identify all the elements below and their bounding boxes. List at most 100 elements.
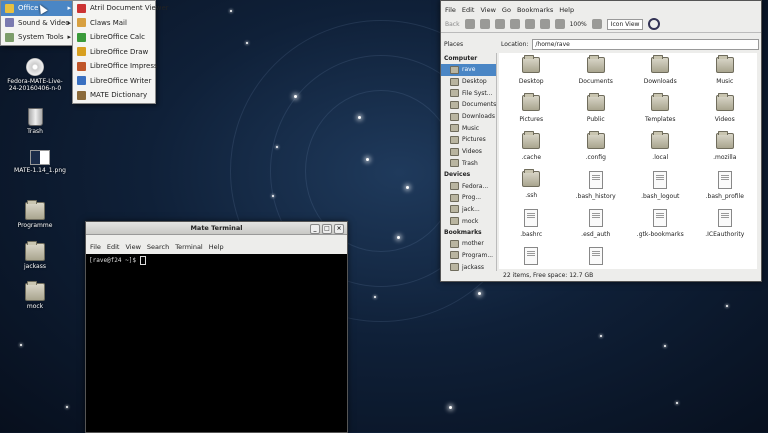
file-item[interactable]: .config bbox=[564, 131, 629, 171]
close-button[interactable]: × bbox=[334, 224, 344, 234]
reload-icon[interactable] bbox=[509, 19, 520, 29]
forward-icon[interactable] bbox=[464, 19, 475, 29]
sidebar-item-device[interactable]: Prog... bbox=[441, 192, 496, 204]
minimize-button[interactable]: _ bbox=[310, 224, 320, 234]
menu-item-dictionary[interactable]: MATE Dictionary bbox=[73, 88, 155, 103]
file-item[interactable]: .bash_profile bbox=[693, 171, 758, 209]
menu-item-impress[interactable]: LibreOffice Impress bbox=[73, 59, 158, 74]
menu-terminal[interactable]: Terminal bbox=[175, 243, 202, 251]
file-item[interactable]: .cache bbox=[499, 131, 564, 171]
places-label[interactable]: Places bbox=[444, 41, 463, 48]
folder-icon bbox=[25, 281, 45, 301]
back-button[interactable]: Back bbox=[445, 21, 460, 28]
terminal-output[interactable]: [rave@f24 ~]$ bbox=[86, 254, 347, 432]
search-icon[interactable] bbox=[648, 18, 661, 30]
desktop-icon-live-media[interactable]: Fedora-MATE-Live-24-20160406-n-0 bbox=[6, 58, 64, 92]
menu-help[interactable]: Help bbox=[209, 243, 224, 251]
location-bar: Location: /home/rave bbox=[501, 38, 759, 50]
sidebar-item-device[interactable]: mock bbox=[441, 215, 496, 227]
sidebar-item-music[interactable]: Music bbox=[441, 122, 496, 134]
zoom-level: 100% bbox=[569, 20, 587, 28]
sidebar-item-pictures[interactable]: Pictures bbox=[441, 134, 496, 146]
places-header: Places bbox=[444, 41, 463, 48]
computer-icon[interactable] bbox=[539, 19, 550, 29]
file-manager-toolbar: Back 100% Icon View bbox=[441, 16, 761, 33]
sidebar-item-rave[interactable]: rave bbox=[441, 64, 496, 76]
file-item[interactable]: .gtk-bookmarks bbox=[628, 209, 693, 247]
desktop-icon-mock[interactable]: mock bbox=[6, 281, 64, 310]
file-item[interactable]: Templates bbox=[628, 93, 693, 133]
up-icon[interactable] bbox=[479, 19, 490, 29]
file-item[interactable]: Documents bbox=[564, 55, 629, 95]
file-item[interactable]: .mozilla bbox=[693, 131, 758, 171]
sidebar-item-documents[interactable]: Documents bbox=[441, 99, 496, 111]
menu-edit[interactable]: Edit bbox=[462, 6, 475, 14]
sidebar-item-filesystem[interactable]: File Syst... bbox=[441, 87, 496, 99]
menu-file[interactable]: File bbox=[90, 243, 101, 251]
folder-icon bbox=[586, 93, 605, 111]
maximize-button[interactable]: □ bbox=[322, 224, 332, 234]
sidebar-item-bookmark[interactable]: mother bbox=[441, 238, 496, 250]
terminal-titlebar[interactable]: Mate Terminal _ □ × bbox=[86, 222, 347, 235]
menu-category-sound-video[interactable]: Sound & Video ▸ bbox=[1, 16, 75, 31]
file-item[interactable] bbox=[564, 247, 629, 269]
file-item[interactable]: .esd_auth bbox=[564, 209, 629, 247]
zoom-in-icon[interactable] bbox=[591, 19, 602, 29]
home-icon[interactable] bbox=[524, 19, 535, 29]
sidebar-item-desktop[interactable]: Desktop bbox=[441, 76, 496, 88]
file-item[interactable]: .bash_history bbox=[564, 171, 629, 209]
sidebar-item-device[interactable]: Fedora... bbox=[441, 180, 496, 192]
drive-icon bbox=[450, 193, 459, 202]
sidebar-item-videos[interactable]: Videos bbox=[441, 146, 496, 158]
stop-icon[interactable] bbox=[494, 19, 505, 29]
desktop-icon-jackass[interactable]: jackass bbox=[6, 241, 64, 270]
menu-view[interactable]: View bbox=[125, 243, 140, 251]
system-tools-icon bbox=[5, 32, 14, 42]
menu-item-calc[interactable]: LibreOffice Calc bbox=[73, 30, 155, 45]
menu-item-claws-mail[interactable]: Claws Mail bbox=[73, 16, 155, 31]
zoom-out-icon[interactable] bbox=[554, 19, 565, 29]
menu-item-label: LibreOffice Writer bbox=[90, 76, 152, 85]
file-item[interactable]: Videos bbox=[693, 93, 758, 133]
document-viewer-icon bbox=[77, 3, 86, 13]
location-label: Location: bbox=[501, 40, 529, 48]
menu-item-draw[interactable]: LibreOffice Draw bbox=[73, 45, 155, 60]
file-item[interactable]: .bashrc bbox=[499, 209, 564, 247]
spreadsheet-icon bbox=[77, 32, 86, 42]
sidebar-item-label: Music bbox=[462, 124, 480, 132]
file-item[interactable]: Pictures bbox=[499, 93, 564, 133]
sidebar-item-downloads[interactable]: Downloads bbox=[441, 111, 496, 123]
file-item[interactable] bbox=[499, 247, 564, 269]
menu-item-writer[interactable]: LibreOffice Writer bbox=[73, 74, 155, 89]
desktop-icon-png[interactable]: MATE-1.14_1.png bbox=[11, 150, 69, 174]
text-file-icon bbox=[653, 209, 668, 227]
sidebar-item-trash[interactable]: Trash bbox=[441, 158, 496, 170]
menu-help[interactable]: Help bbox=[559, 6, 574, 14]
menu-category-system-tools[interactable]: System Tools ▸ bbox=[1, 30, 75, 45]
file-item[interactable]: .bash_logout bbox=[628, 171, 693, 209]
file-item[interactable]: Music bbox=[693, 55, 758, 95]
sidebar-item-bookmark[interactable]: Program... bbox=[441, 250, 496, 262]
menu-file[interactable]: File bbox=[445, 6, 456, 14]
sidebar-item-device[interactable]: jack... bbox=[441, 204, 496, 216]
desktop-icon-trash[interactable]: Trash bbox=[6, 108, 64, 135]
file-item[interactable]: Downloads bbox=[628, 55, 693, 95]
menu-edit[interactable]: Edit bbox=[107, 243, 120, 251]
text-file-icon bbox=[524, 247, 539, 265]
menu-item-atril[interactable]: Atril Document Viewer bbox=[73, 1, 169, 16]
menu-search[interactable]: Search bbox=[147, 243, 169, 251]
menu-bookmarks[interactable]: Bookmarks bbox=[517, 6, 553, 14]
file-item[interactable]: .ICEauthority bbox=[693, 209, 758, 247]
file-item[interactable]: Desktop bbox=[499, 55, 564, 95]
location-input[interactable]: /home/rave bbox=[532, 38, 759, 50]
file-item[interactable]: .ssh bbox=[499, 169, 564, 209]
file-item[interactable]: Public bbox=[564, 93, 629, 133]
file-name: .cache bbox=[521, 154, 542, 161]
menu-view[interactable]: View bbox=[480, 6, 495, 14]
sidebar-item-label: rave bbox=[462, 66, 476, 74]
file-item[interactable]: .local bbox=[628, 131, 693, 171]
menu-go[interactable]: Go bbox=[502, 6, 511, 14]
view-mode-select[interactable]: Icon View bbox=[606, 18, 644, 30]
sidebar-item-bookmark[interactable]: jackass bbox=[441, 261, 496, 271]
desktop-icon-programme[interactable]: Programme bbox=[6, 200, 64, 229]
